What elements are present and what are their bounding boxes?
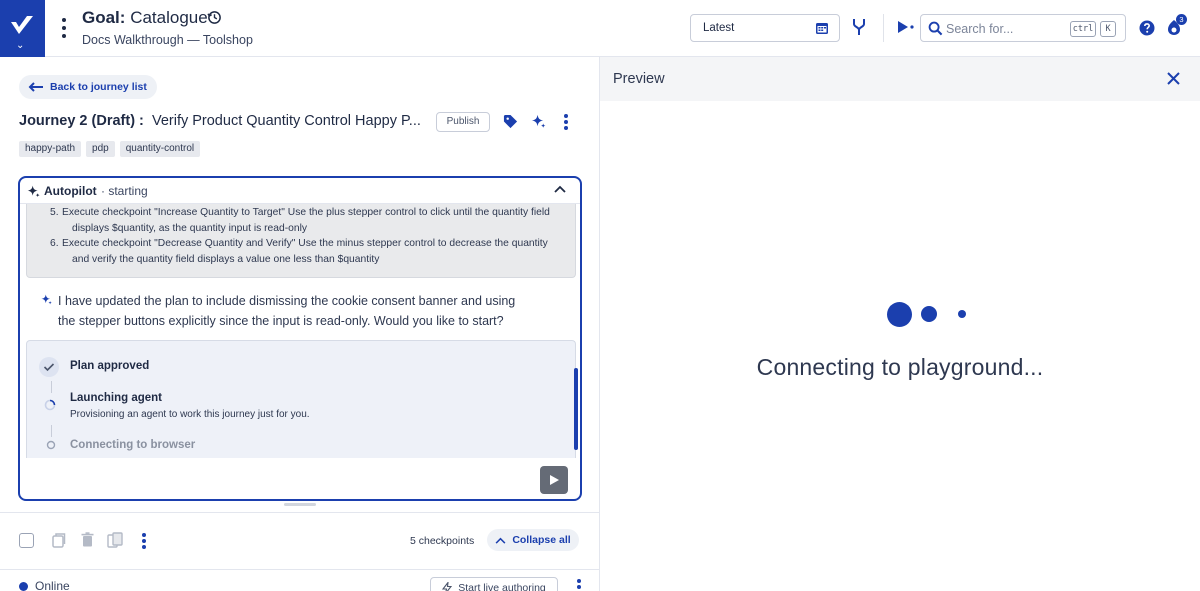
plan-steps: 5. Execute checkpoint "Increase Quantity…	[50, 205, 562, 267]
shortcut-ctrl: ctrl	[1070, 21, 1096, 37]
shortcut-k: K	[1100, 21, 1116, 37]
tag[interactable]: happy-path	[19, 141, 82, 157]
status-bar: Online Start live authoring	[0, 569, 599, 591]
arrow-left-icon	[28, 82, 43, 92]
step-label: Launching agent	[70, 392, 162, 404]
status-menu-button[interactable]	[576, 579, 582, 591]
plan-step: 6. Execute checkpoint "Decrease Quantity…	[50, 236, 562, 267]
publish-button[interactable]: Publish	[436, 112, 490, 132]
send-button[interactable]	[540, 466, 568, 494]
message-text: I have updated the plan to include dismi…	[58, 294, 516, 308]
goal-menu-button[interactable]	[58, 18, 70, 38]
search-icon	[928, 21, 943, 36]
preview-title: Preview	[613, 71, 665, 87]
top-bar: ⌄ Goal: Catalogue Docs Walkthrough — Too…	[0, 0, 1200, 57]
autopilot-title: Autopilot	[44, 184, 97, 198]
sparkle-icon	[27, 185, 40, 198]
divider	[883, 14, 884, 42]
plan-step-number: 6.	[50, 238, 59, 249]
progress-steps: Plan approved Launching agent Provisioni…	[26, 340, 576, 458]
scrollbar[interactable]	[574, 368, 578, 450]
copy-icon[interactable]	[52, 532, 66, 548]
trash-icon[interactable]	[81, 532, 94, 547]
chevron-down-icon: ⌄	[16, 40, 25, 51]
version-select-value: Latest	[703, 22, 735, 34]
plan-box: 5. Execute checkpoint "Increase Quantity…	[26, 204, 576, 278]
tag[interactable]: pdp	[86, 141, 115, 157]
autopilot-message: I have updated the plan to include dismi…	[40, 291, 520, 331]
plan-step: 5. Execute checkpoint "Increase Quantity…	[50, 205, 562, 236]
collapse-all-label: Collapse all	[512, 534, 571, 546]
lightning-icon	[442, 582, 453, 591]
plan-step-text: Execute checkpoint "Increase Quantity to…	[62, 207, 550, 218]
goal-prefix: Goal:	[82, 8, 126, 27]
notification-badge: 3	[1176, 14, 1187, 25]
search-input[interactable]	[946, 20, 1066, 38]
goal-title: Goal: Catalogue	[82, 8, 208, 28]
history-icon[interactable]	[207, 10, 222, 25]
plan-step-text: and verify the quantity field displays a…	[72, 253, 380, 265]
run-icon[interactable]	[897, 20, 915, 34]
online-label: Online	[35, 579, 70, 591]
journey-title-prefix: Journey 2 (Draft) :	[19, 113, 144, 129]
back-label: Back to journey list	[50, 81, 147, 93]
select-all-checkbox[interactable]	[19, 533, 34, 548]
duplicate-icon[interactable]	[107, 532, 123, 548]
check-icon	[39, 357, 59, 377]
plan-step-text: Execute checkpoint "Decrease Quantity an…	[62, 238, 548, 249]
spinner-icon	[44, 399, 56, 411]
online-status-dot	[19, 582, 28, 591]
help-icon[interactable]	[1139, 20, 1155, 36]
goal-name: Catalogue	[130, 8, 208, 27]
step-label: Connecting to browser	[70, 439, 196, 451]
sparkle-icon	[41, 294, 52, 305]
preview-header: Preview	[600, 57, 1200, 101]
chevron-up-icon[interactable]	[554, 185, 566, 193]
search-box[interactable]: ctrl K	[920, 14, 1126, 42]
branch-icon[interactable]	[852, 18, 866, 36]
autopilot-header[interactable]: Autopilot · starting	[20, 178, 580, 204]
loading-dots	[887, 302, 977, 327]
journey-title-text: Verify Product Quantity Control Happy P.…	[151, 113, 421, 129]
checkpoint-toolbar: 5 checkpoints Collapse all	[0, 512, 599, 569]
app-logo-menu[interactable]: ⌄	[0, 0, 45, 57]
checkpoints-count: 5 checkpoints	[410, 535, 475, 547]
play-icon	[550, 475, 559, 485]
message-text: the stepper buttons explicitly since the…	[58, 314, 504, 328]
collapse-all-button[interactable]: Collapse all	[487, 529, 579, 551]
autopilot-panel: Autopilot · starting 5. Execute checkpoi…	[18, 176, 582, 501]
plan-step-text: displays $quantity, as the quantity inpu…	[72, 222, 308, 234]
journey-menu-button[interactable]	[563, 114, 569, 130]
back-to-journey-list-button[interactable]: Back to journey list	[19, 75, 157, 99]
autopilot-status: · starting	[101, 184, 148, 198]
calendar-icon	[816, 23, 828, 34]
step-label: Plan approved	[70, 360, 150, 372]
version-select[interactable]: Latest	[690, 14, 840, 42]
start-live-authoring-button[interactable]: Start live authoring	[430, 577, 558, 591]
journey-tags: happy-path pdp quantity-control	[19, 141, 201, 157]
toolbar-menu-button[interactable]	[141, 533, 147, 549]
tag-icon[interactable]	[503, 114, 518, 129]
connecting-status: Connecting to playground...	[756, 354, 1044, 380]
plan-step-number: 5.	[50, 207, 59, 218]
goal-subtitle: Docs Walkthrough — Toolshop	[82, 33, 253, 47]
journey-pane: Back to journey list Journey 2 (Draft) :…	[0, 57, 600, 591]
chevron-up-icon	[495, 537, 506, 544]
close-icon[interactable]	[1167, 72, 1180, 85]
logo-icon	[11, 16, 33, 34]
live-authoring-label: Start live authoring	[458, 582, 546, 591]
tag[interactable]: quantity-control	[119, 141, 201, 157]
sparkle-icon[interactable]	[530, 113, 547, 130]
resize-handle[interactable]	[284, 503, 316, 506]
journey-title: Journey 2 (Draft) : Verify Product Quant…	[19, 113, 421, 129]
pending-circle-icon	[46, 440, 56, 450]
step-description: Provisioning an agent to work this journ…	[70, 409, 310, 420]
